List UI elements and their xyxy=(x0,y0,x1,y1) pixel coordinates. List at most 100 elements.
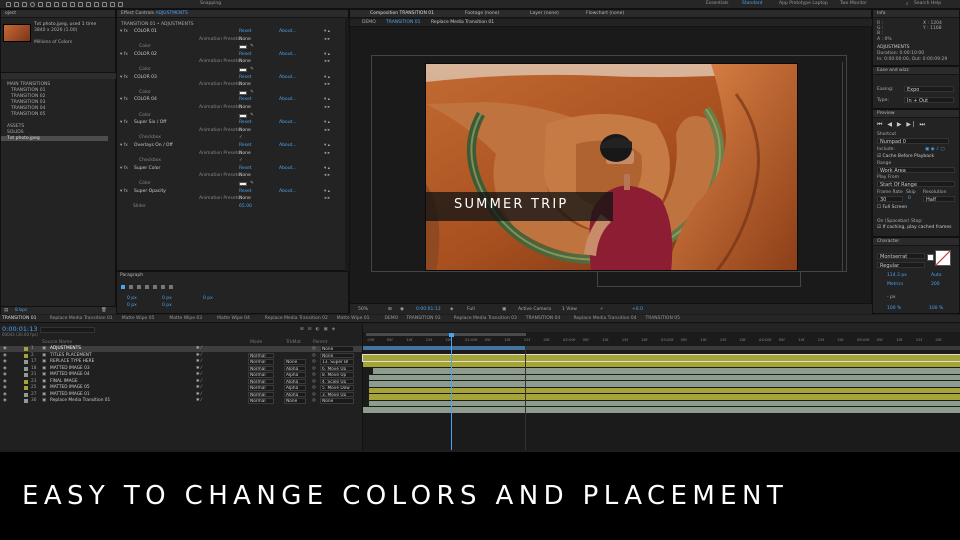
layer-row[interactable]: ◉ 2 ▣ TITLES PLACEMENT ✱ ⁄ Normal ◎ None xyxy=(0,352,362,359)
resolution-select[interactable]: Half xyxy=(923,196,955,203)
effect-reset-link[interactable]: Reset xyxy=(239,189,252,194)
timeline-tab[interactable]: Matte Wipe 03 xyxy=(169,316,202,321)
overlay-title[interactable]: SUMMER TRIP xyxy=(454,197,568,212)
effect-twirl-icon[interactable]: ▾ fx xyxy=(120,189,128,194)
layer-duration-bar[interactable] xyxy=(369,387,960,393)
label-color-chip[interactable] xyxy=(24,379,28,384)
crumb-transition[interactable]: TRANSITION 01 xyxy=(386,20,420,25)
layer-name[interactable]: MATTED IMAGE 01 xyxy=(50,392,90,397)
timeline-tab[interactable]: Replace Media Transition 03 xyxy=(454,316,517,321)
project-folder[interactable]: MAIN TRANSITIONS xyxy=(7,82,50,87)
preset-nav-icon[interactable]: ◂ ▸ xyxy=(324,105,330,110)
visibility-eye-icon[interactable]: ◉ xyxy=(3,385,7,390)
effect-twirl-icon[interactable]: ▾ fx xyxy=(120,75,128,80)
layer-duration-bar[interactable] xyxy=(362,354,960,362)
preset-select[interactable]: None xyxy=(239,128,251,133)
visibility-eye-icon[interactable]: ◉ xyxy=(3,353,7,358)
label-color-chip[interactable] xyxy=(24,366,28,371)
project-item[interactable]: TRANSITION 04 xyxy=(11,106,45,111)
parent-select[interactable]: None xyxy=(320,352,354,358)
effect-menu-icon[interactable]: ▾ ▴ xyxy=(324,189,330,194)
project-folder[interactable]: ASSETS xyxy=(7,124,24,129)
easing-select[interactable]: Expo xyxy=(904,86,954,93)
leading-value[interactable]: Auto xyxy=(931,273,941,278)
layer-switches[interactable]: ✱ ⁄ xyxy=(196,379,202,384)
font-family-select[interactable]: Montserrat xyxy=(877,253,925,260)
color-swatch[interactable] xyxy=(239,113,247,118)
parent-pickwhip-icon[interactable]: ◎ xyxy=(312,346,316,351)
effect-twirl-icon[interactable]: ▾ fx xyxy=(120,52,128,57)
camera-snapshot-icon[interactable]: ◈ xyxy=(450,307,453,312)
layer-name[interactable]: FINAL IMAGE xyxy=(50,379,78,384)
justify-last-left-icon[interactable] xyxy=(145,285,149,289)
type-select[interactable]: In + Out xyxy=(904,97,954,104)
effect-about-link[interactable]: About... xyxy=(279,75,297,80)
workspace-app-prototype[interactable]: App Prototype Laptop xyxy=(779,1,828,6)
layer-row[interactable]: ◉ 18 ▣ MATTED IMAGE 03 ✱ ⁄ Normal Alpha ◎ 6. Mo… xyxy=(0,365,362,372)
space-before-value[interactable]: 0 px xyxy=(127,303,137,308)
effect-about-link[interactable]: About... xyxy=(279,29,297,34)
prev-frame-icon[interactable]: ◀ xyxy=(887,121,893,128)
color-swatch[interactable] xyxy=(239,68,247,72)
effect-menu-icon[interactable]: ▾ ▴ xyxy=(324,75,330,80)
label-color-chip[interactable] xyxy=(24,386,28,390)
timeline-tab[interactable]: Replace Media Transition 01 xyxy=(50,316,113,321)
label-color-chip[interactable] xyxy=(24,373,28,377)
visibility-eye-icon[interactable]: ◉ xyxy=(3,372,7,377)
preview-tab[interactable]: Preview xyxy=(873,110,959,118)
project-tab[interactable]: oject xyxy=(1,10,115,18)
effect-reset-link[interactable]: Reset xyxy=(239,143,252,148)
layer-switches[interactable]: ✱ ⁄ xyxy=(196,398,202,403)
visibility-eye-icon[interactable]: ◉ xyxy=(3,359,7,364)
effect-twirl-icon[interactable]: ▾ fx xyxy=(120,29,128,34)
layer-row[interactable]: ◉ 21 ▣ MATTED IMAGE 04 ✱ ⁄ Normal Alpha ◎ 8. Mo… xyxy=(0,372,362,378)
preset-nav-icon[interactable]: ◂ ▸ xyxy=(324,59,330,64)
timeline-tab[interactable]: TRANSITION 04 xyxy=(526,316,560,321)
time-ruler[interactable]: :00f 05f 10f 15f 20f 01:00f 05f 10f 15f 20f 02:00f… xyxy=(363,337,960,345)
preset-nav-icon[interactable]: ◂ ▸ xyxy=(324,82,330,87)
puppet-tool-icon[interactable] xyxy=(118,2,123,7)
label-color-chip[interactable] xyxy=(24,347,28,351)
snapshot-icon[interactable]: ◉ xyxy=(400,307,404,312)
project-item[interactable]: TRANSITION 05 xyxy=(11,112,45,117)
layer-duration-bar[interactable] xyxy=(373,368,960,374)
track-matte-select[interactable]: Alpha xyxy=(284,391,306,397)
layer-name[interactable]: TITLES PLACEMENT xyxy=(50,353,92,358)
project-item[interactable]: TRANSITION 02 xyxy=(11,94,45,99)
label-color-chip[interactable] xyxy=(24,399,28,403)
preset-nav-icon[interactable]: ◂ ▸ xyxy=(324,128,330,133)
play-icon[interactable]: ▶ xyxy=(897,121,903,128)
interpret-footage-icon[interactable]: ▤ xyxy=(4,308,8,313)
align-left-icon[interactable] xyxy=(121,285,125,289)
effect-menu-icon[interactable]: ▾ ▴ xyxy=(324,166,330,171)
indent-right-value[interactable]: 0 px xyxy=(162,296,172,301)
preset-nav-icon[interactable]: ◂ ▸ xyxy=(324,37,330,42)
parent-pickwhip-icon[interactable]: ◎ xyxy=(312,366,316,371)
fill-color-swatch[interactable] xyxy=(927,254,934,261)
preset-select[interactable]: None xyxy=(239,37,251,42)
time-navigator-range[interactable] xyxy=(366,333,526,336)
parent-pickwhip-icon[interactable]: ◎ xyxy=(312,398,316,403)
timeline-tab[interactable]: Matte Wipe 04 xyxy=(217,316,250,321)
timeline-tab[interactable]: Replace Media Transition 04 xyxy=(574,316,637,321)
align-center-icon[interactable] xyxy=(129,285,133,289)
mask-tool-icon[interactable] xyxy=(62,2,67,7)
skip-value[interactable]: 0 xyxy=(908,196,911,201)
eyedropper-icon[interactable]: ✎ xyxy=(250,113,254,118)
color-swatch[interactable] xyxy=(239,182,247,186)
zoom-tool-icon[interactable] xyxy=(30,2,35,7)
timeline-tab[interactable]: Replace Media Transition 02 xyxy=(265,316,328,321)
kerning-value[interactable]: Metrics xyxy=(887,282,903,287)
layer-duration-bar[interactable] xyxy=(369,394,960,400)
indent-first-value[interactable]: 0 px xyxy=(203,296,213,301)
character-tab[interactable]: Character xyxy=(873,238,959,246)
preset-nav-icon[interactable]: ◂ ▸ xyxy=(324,196,330,201)
pen-tool-icon[interactable] xyxy=(70,2,75,7)
effect-twirl-icon[interactable]: ▾ fx xyxy=(120,120,128,125)
layer-switches[interactable]: ✱ ⁄ xyxy=(196,366,202,371)
rotate-tool-icon[interactable] xyxy=(38,2,43,7)
layer-name[interactable]: ADJUSTMENTS xyxy=(50,346,81,351)
project-item[interactable]: TRANSITION 01 xyxy=(11,88,45,93)
workspace-essentials[interactable]: Essentials xyxy=(706,1,729,6)
workspace-two-monitor[interactable]: Two Monitor xyxy=(840,1,867,6)
